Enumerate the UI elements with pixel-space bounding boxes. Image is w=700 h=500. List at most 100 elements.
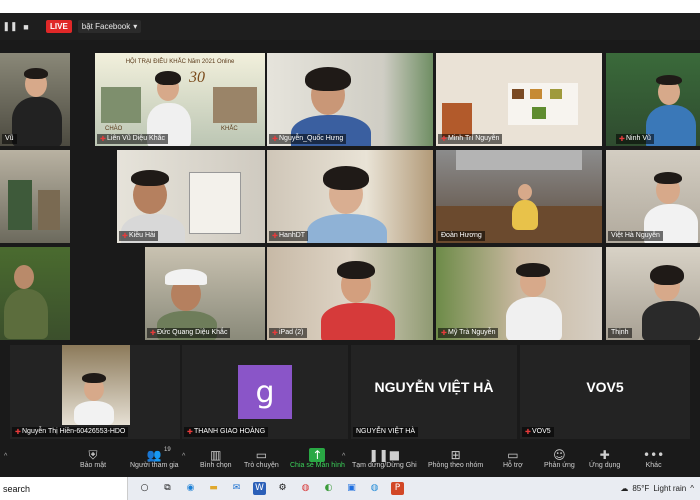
banner-greeting: CHÀO [105,126,123,132]
banner-photo [101,87,141,123]
zoom-app-icon[interactable]: ▣ [345,482,358,495]
participant-tile[interactable]: ✚ Nguyễn Thị Hiền-60426553-HDO [10,345,180,439]
file-explorer-icon[interactable]: ▬ [207,482,220,495]
search-label: search [3,483,31,494]
browser-icon[interactable]: ◍ [368,482,381,495]
pause-icon[interactable]: ❚❚ [2,21,17,33]
participants-button[interactable]: 👥 Người tham gia [130,448,179,469]
more-button[interactable]: ••• Khác [643,448,664,469]
task-view-icon[interactable]: ⧉ [161,482,174,495]
powerpoint-icon[interactable]: P [391,482,404,495]
mic-muted-icon: ✚ [272,329,278,337]
security-button[interactable]: ⛨ Bảo mật [80,448,106,469]
helmet [165,269,207,285]
banner-number: 30 [189,69,205,86]
mic-muted-icon: ✚ [272,232,278,240]
mail-icon[interactable]: ✉ [230,482,243,495]
participant-tile[interactable]: NGUYỄN VIỆT HÀ NGUYỄN VIỆT HÀ [351,345,517,439]
participant-name: ✚ Nguyễn Thị Hiền-60426553-HDO [12,427,129,437]
pause-stop-recording-button[interactable]: ❚❚■ Tạm dừng/Dừng Ghi [352,448,417,469]
participant-name: ✚ Ninh Vũ [616,134,654,144]
breakout-rooms-button[interactable]: ⊞ Phòng theo nhóm [428,448,483,469]
participant-tile[interactable]: ✚ Kiều Hải [117,150,265,243]
participant-tile[interactable]: Đoàn Hương [436,150,602,243]
banner-footer: KHẮC [221,126,238,132]
chrome-icon[interactable]: ◐ [322,482,335,495]
mic-muted-icon: ✚ [122,232,128,240]
participant-tile[interactable]: ✚ Ninh Vũ [606,53,700,146]
participant-name: ✚ Mỹ Trà Nguyễn [438,328,499,338]
live-badge[interactable]: LIVE [46,20,72,33]
shield-icon: ⛨ [88,448,98,462]
chevron-up-icon[interactable]: ^ [690,484,694,493]
banner-photo [213,87,257,123]
chat-button[interactable]: ▭ Trò chuyện [244,448,279,469]
temperature: 85°F [632,484,650,493]
participant-tile[interactable]: Việt Hà Nguyễn [606,150,700,243]
participant-tile[interactable]: g ✚ THANH GIAO HOÀNG [182,345,348,439]
reactions-button[interactable]: ☺ Phản ứng [544,448,575,469]
chevron-up-icon[interactable]: ^ [182,453,185,460]
chevron-up-icon[interactable]: ^ [4,453,7,460]
participant-tile-active-speaker[interactable]: HỘI TRẠI ĐIÊU KHẮC Năm 2021 Online 30 CH… [95,53,265,146]
share-screen-button[interactable]: ↑ Chia sẻ Màn hình [290,448,345,469]
emoji-icon: ☺ [553,448,566,462]
taskbar-search-box[interactable]: search [0,477,128,500]
stop-icon[interactable]: ■ [20,21,32,33]
participant-tile[interactable] [0,247,70,340]
word-icon[interactable]: W [253,482,266,495]
apps-button[interactable]: ✚ Ứng dụng [589,448,620,469]
mic-muted-icon: ✚ [15,428,21,436]
participant-tile[interactable]: Thịnh [606,247,700,340]
help-button[interactable]: ▭ Hỗ trợ [503,448,523,469]
chevron-down-icon: ▾ [133,22,138,31]
participant-avatar: g [238,365,292,419]
participant-name: ✚ THANH GIAO HOÀNG [184,427,269,437]
participant-tile[interactable]: ✚ Nguyễn_Quốc Hưng [267,53,433,146]
participant-tile[interactable]: ✚ Mỹ Trà Nguyễn [436,247,602,340]
more-dots-icon: ••• [643,448,665,462]
mic-muted-icon: ✚ [441,329,447,337]
participant-name: ✚ HanhDT [269,231,309,241]
participant-name: ✚ Nguyễn_Quốc Hưng [269,134,347,144]
participant-name: NGUYỄN VIỆT HÀ [353,427,418,437]
bar-chart-icon: ▥ [210,448,222,462]
weather-cloud-icon[interactable]: ☁ [620,484,628,493]
participant-name: ✚ iPad (2) [269,328,307,338]
window-top-strip [0,0,700,13]
banner-title: HỘI TRẠI ĐIÊU KHẮC Năm 2021 Online [125,59,235,65]
participant-name: Vũ [2,134,17,144]
participant-tile[interactable]: ✚ iPad (2) [267,247,433,340]
participant-tile[interactable] [0,150,70,243]
windows-taskbar: search ○ ⧉ ◉ ▬ ✉ W ⚙ ◍ ◐ ▣ ◍ P ☁ 85°F Li… [0,477,700,500]
chevron-up-icon[interactable]: ^ [342,453,345,460]
participant-name: ✚ Kiều Hải [119,231,159,241]
mic-muted-icon: ✚ [525,428,531,436]
stream-target-dropdown[interactable]: bật Facebook ▾ [77,20,142,33]
gallery-grid: Vũ HỘI TRẠI ĐIÊU KHẮC Năm 2021 Online 30… [0,49,700,441]
participant-display-name: VOV5 [586,379,624,395]
participant-tile[interactable]: ✚ Đức Quang Diệu Khắc [145,247,265,340]
participant-name: Việt Hà Nguyễn [608,231,663,241]
participant-name: Thịnh [608,328,632,338]
cortana-icon[interactable]: ○ [138,482,151,495]
mic-muted-icon: ✚ [100,135,106,143]
weather-status: Light rain [653,484,687,493]
participant-name: ✚ VOV5 [522,427,554,437]
mic-muted-icon: ✚ [150,329,156,337]
participant-tile[interactable]: Vũ [0,53,70,146]
edge-icon[interactable]: ◉ [184,482,197,495]
polls-button[interactable]: ▥ Bình chọn [200,448,232,469]
mic-muted-icon: ✚ [441,135,447,143]
help-icon: ▭ [507,448,519,462]
settings-gear-icon[interactable]: ⚙ [276,482,289,495]
app-icon[interactable]: ◍ [299,482,312,495]
system-tray: ☁ 85°F Light rain ^ [620,484,700,493]
participant-tile[interactable]: ✚ HanhDT [267,150,433,243]
participant-tile[interactable]: VOV5 ✚ VOV5 [520,345,690,439]
participant-name: ✚ Đức Quang Diệu Khắc [147,328,231,338]
participant-tile[interactable]: ✚ Minh Trí Nguyễn [436,53,602,146]
meeting-toolbar: ^ ⛨ Bảo mật 👥 Người tham gia 19 ^ ▥ Bình… [0,443,700,477]
participant-name: Đoàn Hương [438,231,485,241]
participant-display-name: NGUYỄN VIỆT HÀ [374,379,494,395]
